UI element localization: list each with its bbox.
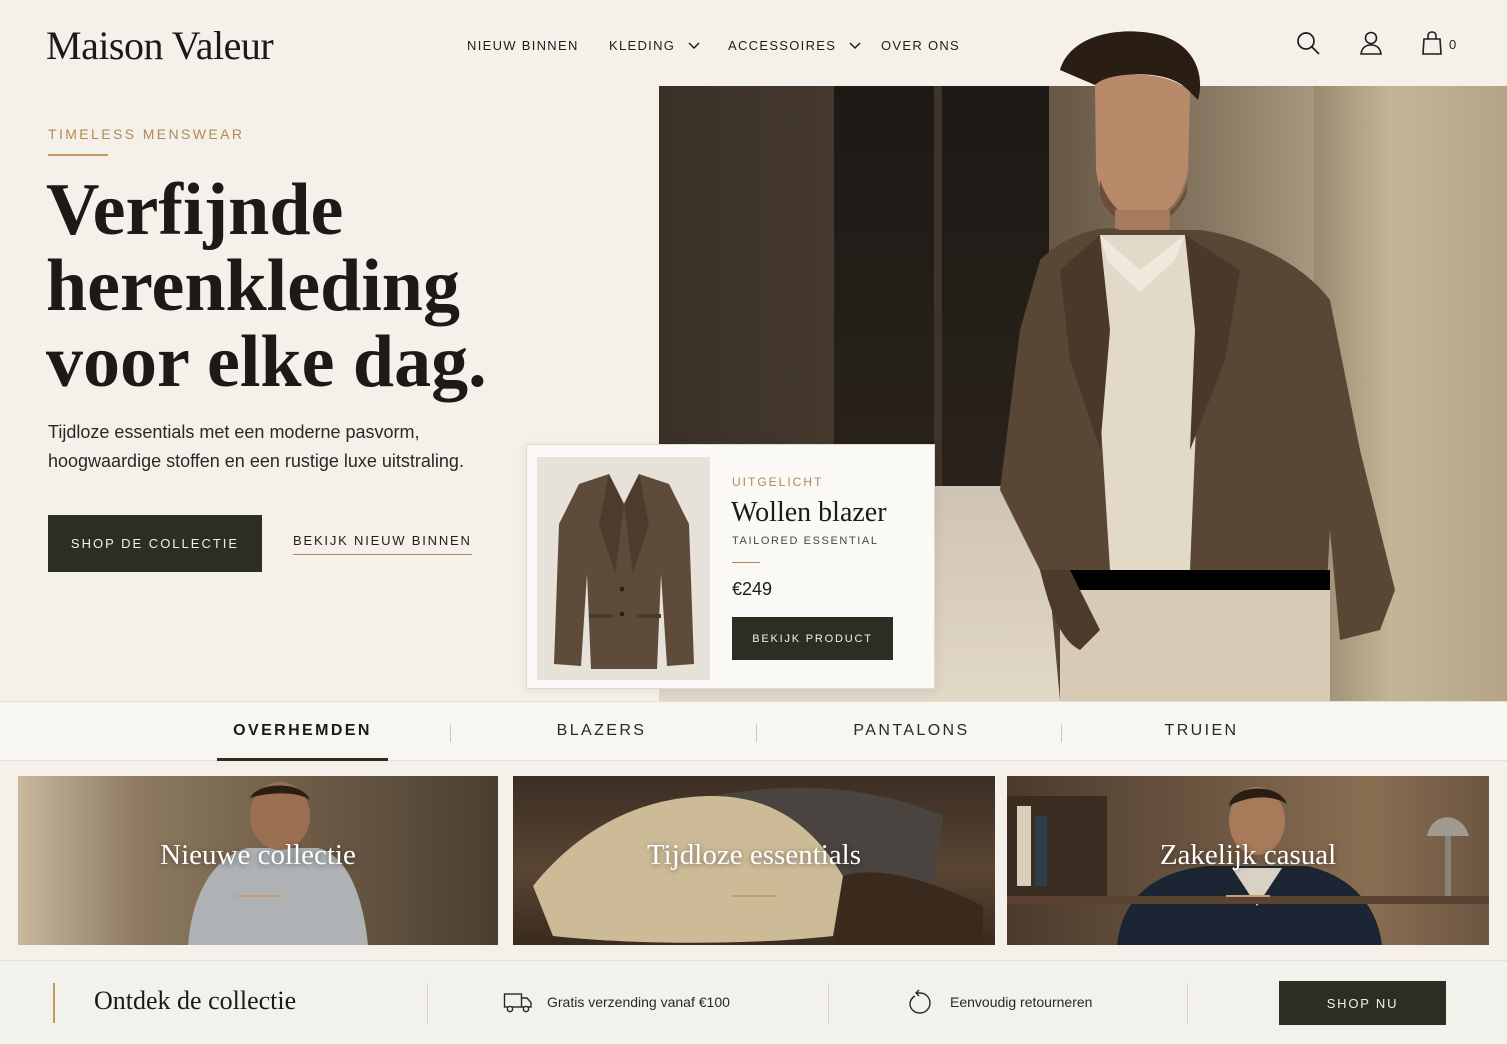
bottom-accent-line — [53, 983, 55, 1023]
shop-now-button[interactable]: SHOP NU — [1279, 981, 1446, 1025]
collection-title: Zakelijk casual — [1159, 839, 1337, 871]
bottom-bar: Ontdek de collectie Gratis verzending va… — [0, 960, 1507, 1044]
truck-icon — [503, 993, 532, 1013]
bag-icon — [1422, 31, 1442, 55]
collection-divider — [236, 895, 280, 897]
tab-divider — [450, 724, 451, 742]
product-image[interactable] — [537, 457, 710, 680]
nav-item-accessoires[interactable]: ACCESSOIRES — [728, 34, 862, 56]
view-new-arrivals-link[interactable]: BEKIJK NIEUW BINNEN — [293, 533, 472, 555]
return-icon — [909, 989, 931, 1014]
bottom-divider — [1187, 983, 1188, 1023]
headline-line: voor elke dag. — [46, 321, 487, 403]
featured-subtitle: TAILORED ESSENTIAL — [732, 535, 879, 547]
nav-item-label: OVER ONS — [881, 37, 961, 53]
shop-collection-button[interactable]: SHOP DE COLLECTIE — [48, 515, 262, 572]
nav-item-kleding[interactable]: KLEDING — [609, 34, 701, 56]
tab-truien[interactable]: TRUIEN — [1080, 702, 1323, 760]
cart-button[interactable] — [1419, 30, 1445, 56]
bottom-divider — [427, 983, 428, 1023]
category-tabs: OVERHEMDEN BLAZERS PANTALONS TRUIEN — [0, 701, 1507, 761]
collection-card-business-casual[interactable]: Zakelijk casual — [1007, 776, 1489, 945]
chevron-down-icon — [688, 42, 700, 50]
bottom-divider — [828, 983, 829, 1023]
featured-label: UITGELICHT — [732, 475, 824, 489]
brand-logo[interactable]: Maison Valeur — [46, 22, 274, 69]
featured-product-card: UITGELICHT Wollen blazer TAILORED ESSENT… — [526, 444, 935, 689]
collection-title: Nieuwe collectie — [160, 839, 356, 871]
hero-eyebrow: TIMELESS MENSWEAR — [48, 126, 245, 142]
hero-subcopy: Tijdloze essentials met een moderne pasv… — [48, 418, 508, 476]
hero-headline: Verfijnde herenkleding voor elke dag. — [46, 172, 646, 400]
tab-divider — [756, 724, 757, 742]
usp-text: Gratis verzending vanaf €100 — [547, 994, 730, 1010]
hero-model-image — [1000, 30, 1420, 701]
collection-divider — [732, 895, 776, 897]
subcopy-line: Tijdloze essentials met een moderne pasv… — [48, 422, 420, 442]
blazer-image — [553, 473, 694, 669]
nav-item-label: NIEUW BINNEN — [467, 37, 579, 53]
eyebrow-divider — [48, 154, 108, 156]
collection-card-essentials[interactable]: Tijdloze essentials — [513, 776, 995, 945]
bottom-title: Ontdek de collectie — [94, 986, 297, 1015]
tab-pantalons[interactable]: PANTALONS — [790, 702, 1033, 760]
headline-line: herenkleding — [46, 245, 460, 327]
chevron-down-icon — [849, 42, 861, 50]
featured-price: €249 — [732, 579, 773, 599]
tab-blazers[interactable]: BLAZERS — [480, 702, 723, 760]
usp-text: Eenvoudig retourneren — [950, 994, 1093, 1010]
tab-divider — [1061, 724, 1062, 742]
active-tab-indicator — [217, 758, 388, 761]
nav-item-label: ACCESSOIRES — [728, 37, 837, 53]
collection-card-new[interactable]: Nieuwe collectie — [18, 776, 498, 945]
featured-divider — [732, 562, 760, 563]
view-product-button[interactable]: BEKIJK PRODUCT — [732, 617, 893, 660]
usp-returns: Eenvoudig retourneren — [906, 989, 1092, 1015]
subcopy-line: hoogwaardige stoffen en een rustige luxe… — [48, 451, 464, 471]
collection-divider — [1226, 895, 1270, 897]
featured-title: Wollen blazer — [731, 497, 887, 528]
nav-item-over-ons[interactable]: OVER ONS — [881, 34, 960, 56]
collection-title: Tijdloze essentials — [646, 839, 861, 871]
tab-overhemden[interactable]: OVERHEMDEN — [217, 702, 388, 760]
cart-count: 0 — [1449, 37, 1457, 52]
headline-line: Verfijnde — [46, 169, 344, 251]
nav-item-nieuw-binnen[interactable]: NIEUW BINNEN — [467, 34, 579, 56]
nav-item-label: KLEDING — [609, 37, 676, 53]
usp-shipping: Gratis verzending vanaf €100 — [503, 989, 730, 1015]
